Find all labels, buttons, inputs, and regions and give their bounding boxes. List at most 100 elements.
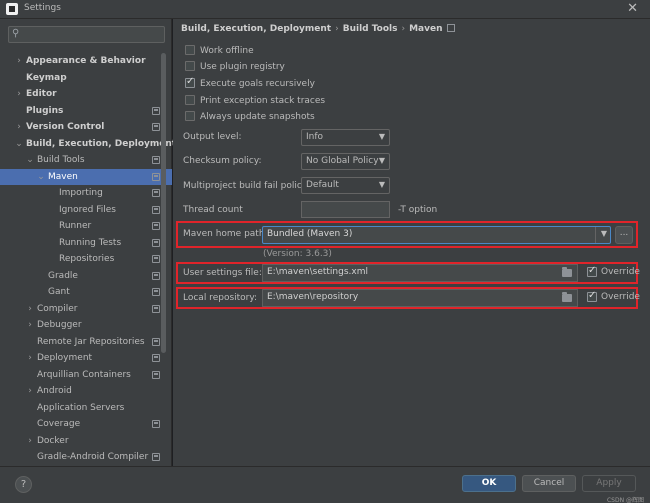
- project-scope-icon: [152, 255, 160, 263]
- maven-home-path-select[interactable]: Bundled (Maven 3) ▼: [262, 226, 611, 244]
- chevron-right-icon[interactable]: ›: [14, 86, 24, 103]
- sidebar-item-build-tools[interactable]: ⌄ Build Tools: [0, 152, 172, 169]
- sidebar-item-label: Application Servers: [37, 402, 125, 413]
- chevron-right-icon[interactable]: ›: [25, 383, 35, 400]
- chevron-right-icon[interactable]: ›: [14, 53, 24, 70]
- close-icon[interactable]: ✕: [627, 1, 638, 16]
- sidebar-item-editor[interactable]: › Editor: [0, 86, 172, 103]
- sidebar-item-label: Ignored Files: [59, 204, 116, 215]
- project-scope-icon: [152, 123, 160, 131]
- maven-home-path-label: Maven home path:: [183, 229, 268, 239]
- select-divider: [595, 227, 596, 243]
- project-scope-icon: [152, 420, 160, 428]
- project-scope-icon: [152, 337, 160, 346]
- folder-icon[interactable]: [562, 267, 572, 277]
- sidebar-item-gant[interactable]: Gant: [0, 284, 172, 301]
- chevron-down-icon: ▼: [600, 229, 607, 238]
- cancel-button[interactable]: Cancel: [522, 475, 576, 492]
- multiproject-build-fail-policy-label: Multiproject build fail policy:: [183, 181, 310, 191]
- checksum-policy-select[interactable]: No Global Policy ▼: [301, 153, 390, 170]
- settings-tree: › Appearance & Behavior Keymap › Editor Plugi…: [0, 53, 176, 466]
- chevron-down-icon[interactable]: ⌄: [25, 152, 35, 169]
- use-plugin-registry-checkbox[interactable]: [185, 61, 195, 71]
- sidebar-item-label: Debugger: [37, 320, 82, 330]
- chevron-right-icon[interactable]: ›: [25, 433, 35, 450]
- sidebar-item-label: Keymap: [26, 72, 67, 83]
- sidebar-item-docker[interactable]: › Docker: [0, 433, 172, 450]
- project-scope-icon: [152, 304, 160, 313]
- sidebar-item-plugins[interactable]: Plugins: [0, 103, 172, 120]
- sidebar-item-gradle[interactable]: Gradle: [0, 268, 172, 285]
- thread-count-hint: -T option: [398, 205, 438, 215]
- chevron-down-icon: ▼: [378, 132, 385, 141]
- sidebar-item-label: Build Tools: [37, 155, 85, 165]
- sidebar-item-ignored-files[interactable]: Ignored Files: [0, 202, 172, 219]
- sidebar-item-label: Maven: [48, 171, 78, 182]
- project-scope-icon: [152, 222, 160, 230]
- print-exception-stack-traces-checkbox[interactable]: [185, 95, 195, 105]
- breadcrumb-item: Build, Execution, Deployment: [181, 24, 332, 34]
- output-level-select[interactable]: Info ▼: [301, 129, 390, 146]
- sidebar-item-label: Docker: [37, 435, 69, 446]
- sidebar-item-label: Appearance & Behavior: [26, 56, 146, 66]
- user-settings-override-label: Override: [601, 267, 640, 277]
- sidebar-item-label: Importing: [59, 188, 103, 198]
- search-input[interactable]: [27, 28, 157, 41]
- browse-button[interactable]: ...: [615, 226, 633, 244]
- sidebar-item-label: Running Tests: [59, 237, 122, 248]
- folder-icon[interactable]: [562, 292, 572, 302]
- sidebar-scrollbar[interactable]: [161, 53, 166, 353]
- sidebar-item-label: Compiler: [37, 303, 78, 314]
- help-button[interactable]: ?: [15, 476, 32, 493]
- execute-goals-recursively-checkbox[interactable]: [185, 76, 195, 88]
- chevron-down-icon[interactable]: ⌄: [36, 169, 46, 186]
- sidebar-item-version-control[interactable]: › Version Control: [0, 119, 172, 136]
- multiproject-build-fail-policy-value: Default: [306, 180, 339, 190]
- chevron-down-icon[interactable]: ⌄: [14, 136, 24, 153]
- multiproject-build-fail-policy-select[interactable]: Default ▼: [301, 177, 390, 194]
- user-settings-file-input[interactable]: E:\maven\settings.xml: [262, 264, 578, 282]
- sidebar-item-debugger[interactable]: › Debugger: [0, 317, 172, 334]
- maven-settings-panel: Build, Execution, Deployment › Build Tools…: [173, 19, 650, 466]
- local-repository-override-checkbox[interactable]: [587, 290, 597, 302]
- user-settings-override-checkbox[interactable]: [587, 265, 597, 277]
- sidebar-item-label: Editor: [26, 89, 57, 99]
- local-repository-input[interactable]: E:\maven\repository: [262, 289, 578, 307]
- sidebar-item-label: Arquillian Containers: [37, 369, 131, 380]
- search-box[interactable]: ⚲: [8, 26, 165, 43]
- use-plugin-registry-label: Use plugin registry: [200, 62, 285, 72]
- chevron-right-icon[interactable]: ›: [14, 119, 24, 136]
- work-offline-checkbox[interactable]: [185, 45, 195, 55]
- thread-count-input[interactable]: [301, 201, 390, 218]
- settings-sidebar: ⚲ › Appearance & Behavior Keymap › Editor Plu…: [0, 19, 176, 466]
- sidebar-item-deployment[interactable]: › Deployment: [0, 350, 172, 367]
- sidebar-item-importing[interactable]: Importing: [0, 185, 172, 202]
- checksum-policy-value: No Global Policy: [306, 156, 379, 166]
- always-update-snapshots-checkbox[interactable]: [185, 111, 195, 121]
- sidebar-item-coverage[interactable]: Coverage: [0, 416, 172, 433]
- search-icon: ⚲: [12, 28, 20, 39]
- sidebar-item-compiler[interactable]: › Compiler: [0, 301, 172, 318]
- apply-button[interactable]: Apply: [582, 475, 636, 492]
- project-scope-icon: [152, 238, 160, 247]
- sidebar-item-label: Version Control: [26, 122, 105, 132]
- sidebar-item-maven[interactable]: ⌄ Maven: [0, 168, 172, 186]
- sidebar-item-build-execution-deployment[interactable]: ⌄ Build, Execution, Deployment: [0, 136, 176, 153]
- ok-button[interactable]: OK: [462, 475, 516, 492]
- sidebar-item-arquillian-containers[interactable]: Arquillian Containers: [0, 367, 172, 384]
- sidebar-item-appearance-behavior[interactable]: › Appearance & Behavior: [0, 53, 172, 70]
- sidebar-item-application-servers[interactable]: Application Servers: [0, 400, 172, 417]
- sidebar-item-gradle-android-compiler[interactable]: Gradle-Android Compiler: [0, 449, 172, 466]
- chevron-down-icon: ▼: [378, 180, 385, 189]
- sidebar-item-android[interactable]: › Android: [0, 383, 172, 400]
- chevron-right-icon[interactable]: ›: [25, 317, 35, 334]
- sidebar-item-runner[interactable]: Runner: [0, 218, 172, 235]
- chevron-right-icon[interactable]: ›: [25, 301, 35, 318]
- sidebar-item-running-tests[interactable]: Running Tests: [0, 235, 172, 252]
- chevron-right-icon[interactable]: ›: [25, 350, 35, 367]
- sidebar-item-keymap[interactable]: Keymap: [0, 70, 172, 87]
- execute-goals-recursively-label: Execute goals recursively: [200, 79, 315, 89]
- sidebar-item-remote-jar-repositories[interactable]: Remote Jar Repositories: [0, 334, 172, 351]
- user-settings-file-value: E:\maven\settings.xml: [267, 267, 368, 277]
- sidebar-item-repositories[interactable]: Repositories: [0, 251, 172, 268]
